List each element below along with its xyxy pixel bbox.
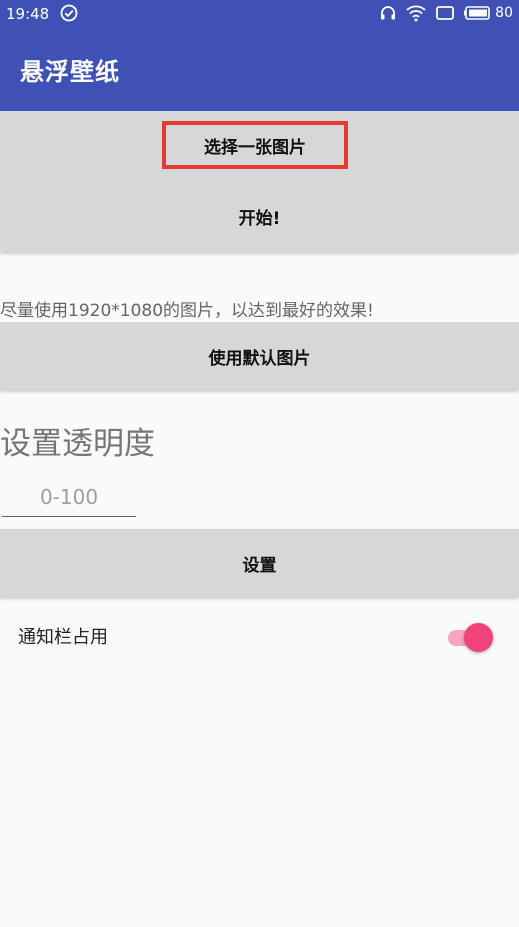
transparency-input[interactable] bbox=[2, 478, 136, 517]
battery-level: 80 bbox=[495, 5, 513, 21]
status-bar: 19:48 80 bbox=[0, 0, 519, 30]
image-button-group: 选择一张图片 开始! bbox=[0, 111, 519, 252]
app-title: 悬浮壁纸 bbox=[20, 58, 120, 86]
select-image-button[interactable]: 选择一张图片 bbox=[162, 121, 348, 169]
switch-thumb[interactable] bbox=[464, 623, 493, 652]
start-button[interactable]: 开始! bbox=[0, 191, 519, 241]
notification-label: 通知栏占用 bbox=[18, 627, 108, 648]
resolution-hint: 尽量使用1920*1080的图片，以达到最好的效果! bbox=[0, 301, 374, 321]
use-default-image-button[interactable]: 使用默认图片 bbox=[0, 322, 519, 390]
headphones-icon bbox=[379, 4, 397, 22]
notification-row: 通知栏占用 bbox=[0, 605, 519, 665]
transparency-title: 设置透明度 bbox=[0, 426, 155, 462]
status-time: 19:48 bbox=[6, 5, 50, 23]
app-bar: 悬浮壁纸 bbox=[0, 30, 519, 111]
screen-icon bbox=[435, 4, 455, 22]
status-icons: 80 bbox=[379, 4, 513, 22]
set-button[interactable]: 设置 bbox=[0, 529, 519, 597]
notification-switch[interactable] bbox=[448, 621, 498, 652]
check-circle-icon bbox=[60, 4, 78, 22]
battery-icon bbox=[463, 4, 491, 22]
wifi-icon bbox=[405, 4, 427, 22]
